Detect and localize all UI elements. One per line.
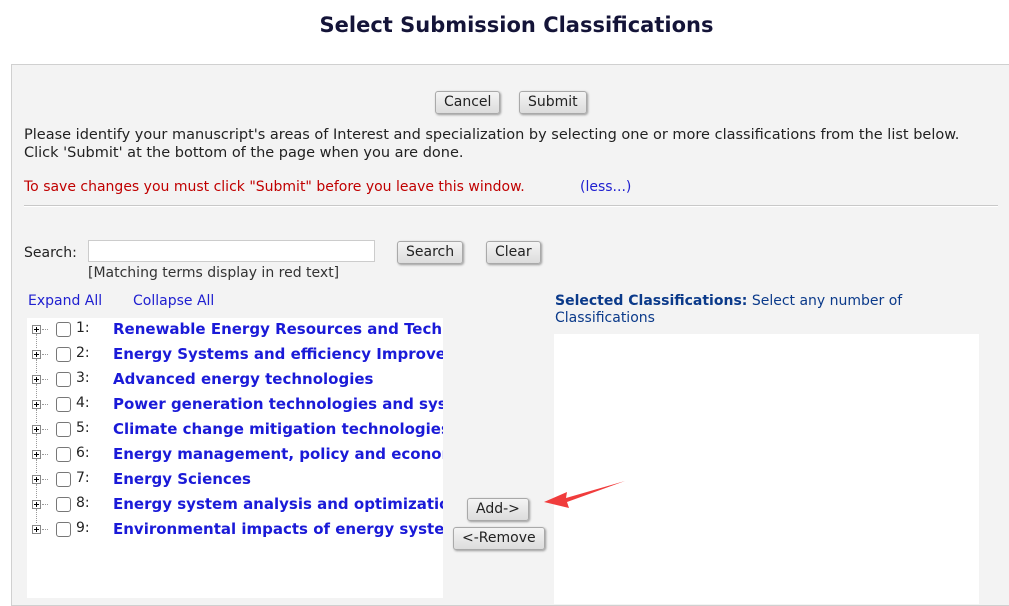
classification-checkbox[interactable]: [56, 447, 71, 462]
classification-item[interactable]: 7: Energy Sciences: [27, 470, 443, 498]
classification-number: 9:: [76, 520, 90, 536]
search-hint: [Matching terms display in red text]: [88, 265, 340, 281]
tree-connector: [42, 404, 48, 405]
classification-number: 4:: [76, 395, 90, 411]
tree-connector: [42, 504, 48, 505]
classification-checkbox[interactable]: [56, 422, 71, 437]
classification-number: 3:: [76, 370, 90, 386]
expand-all-link[interactable]: Expand All: [28, 293, 102, 309]
classification-item[interactable]: 3: Advanced energy technologies: [27, 370, 443, 398]
expand-icon[interactable]: [32, 375, 41, 384]
arrow-icon: [544, 481, 625, 508]
classification-item[interactable]: 6: Energy management, policy and economic…: [27, 445, 443, 473]
classification-label[interactable]: Climate change mitigation technologies: [113, 420, 443, 438]
clear-button[interactable]: Clear: [486, 241, 541, 264]
classification-item[interactable]: 1: Renewable Energy Resources and Technol…: [27, 320, 443, 348]
tree-connector: [42, 454, 48, 455]
tree-connector: [42, 429, 48, 430]
cancel-button[interactable]: Cancel: [435, 91, 501, 114]
classification-number: 2:: [76, 345, 90, 361]
classification-number: 7:: [76, 470, 90, 486]
classification-label[interactable]: Power generation technologies and system…: [113, 395, 443, 413]
expand-icon[interactable]: [32, 400, 41, 409]
expand-icon[interactable]: [32, 475, 41, 484]
classification-checkbox[interactable]: [56, 372, 71, 387]
add-button[interactable]: Add->: [467, 498, 529, 521]
search-button[interactable]: Search: [397, 241, 464, 264]
expand-icon[interactable]: [32, 525, 41, 534]
expand-icon[interactable]: [32, 450, 41, 459]
classification-tree: 1: Renewable Energy Resources and Technol…: [27, 318, 443, 598]
classification-number: 8:: [76, 495, 90, 511]
classification-checkbox[interactable]: [56, 322, 71, 337]
classification-checkbox[interactable]: [56, 347, 71, 362]
classification-item[interactable]: 2: Energy Systems and efficiency Improvem…: [27, 345, 443, 373]
tree-connector: [42, 479, 48, 480]
selected-classifications-header: Selected Classifications: Select any num…: [555, 293, 975, 327]
search-label: Search:: [24, 245, 77, 261]
classification-label[interactable]: Energy Systems and efficiency Improvemen…: [113, 345, 443, 363]
classification-label[interactable]: Renewable Energy Resources and Technolog…: [113, 320, 443, 338]
less-link[interactable]: (less...): [580, 179, 631, 195]
submit-button[interactable]: Submit: [519, 91, 587, 114]
selected-heading: Selected Classifications:: [555, 293, 748, 309]
classification-label[interactable]: Energy management, policy and economics: [113, 445, 443, 463]
classification-number: 5:: [76, 420, 90, 436]
expand-icon[interactable]: [32, 425, 41, 434]
classification-checkbox[interactable]: [56, 497, 71, 512]
tree-connector: [42, 529, 48, 530]
classification-checkbox[interactable]: [56, 522, 71, 537]
classification-item[interactable]: 5: Climate change mitigation technologies: [27, 420, 443, 448]
instructions-line-1: Please identify your manuscript's areas …: [24, 127, 960, 143]
tree-connector: [42, 379, 48, 380]
save-warning: To save changes you must click "Submit" …: [24, 179, 525, 195]
tree-connector: [42, 329, 48, 330]
classification-label[interactable]: Energy system analysis and optimization: [113, 495, 443, 513]
expand-icon[interactable]: [32, 325, 41, 334]
search-input[interactable]: [88, 240, 375, 262]
classification-item[interactable]: 8: Energy system analysis and optimizatio…: [27, 495, 443, 523]
selected-classifications-list[interactable]: [554, 334, 979, 604]
classification-item[interactable]: 4: Power generation technologies and syst…: [27, 395, 443, 423]
expand-icon[interactable]: [32, 500, 41, 509]
tree-connector: [42, 354, 48, 355]
page-title: Select Submission Classifications: [319, 13, 714, 37]
classification-number: 6:: [76, 445, 90, 461]
collapse-all-link[interactable]: Collapse All: [133, 293, 214, 309]
classification-label[interactable]: Environmental impacts of energy systems: [113, 520, 443, 538]
remove-button[interactable]: <-Remove: [453, 527, 545, 550]
classification-item[interactable]: 9: Environmental impacts of energy system…: [27, 520, 443, 542]
classification-label[interactable]: Advanced energy technologies: [113, 370, 373, 388]
classification-checkbox[interactable]: [56, 397, 71, 412]
instructions-line-2: Click 'Submit' at the bottom of the page…: [24, 145, 464, 161]
classification-label[interactable]: Energy Sciences: [113, 470, 251, 488]
classification-checkbox[interactable]: [56, 472, 71, 487]
expand-icon[interactable]: [32, 350, 41, 359]
annotation-arrow: [544, 481, 625, 508]
divider: [24, 205, 998, 207]
classification-number: 1:: [76, 320, 90, 336]
